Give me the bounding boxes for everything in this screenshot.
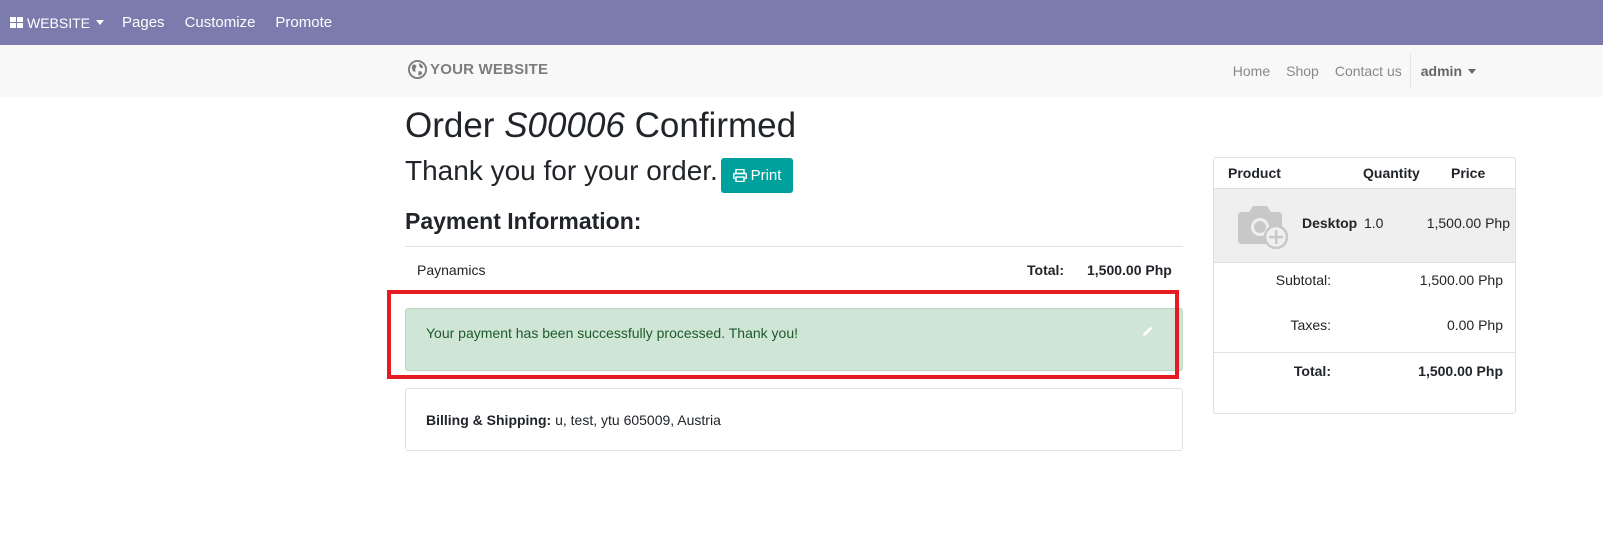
order-number: S00006 <box>504 106 625 145</box>
total-value: 1,500.00 Php <box>1418 363 1503 379</box>
subtotal-value: 1,500.00 Php <box>1419 272 1503 288</box>
caret-down-icon <box>1468 68 1476 74</box>
website-menu[interactable]: WEBSITE <box>0 0 112 45</box>
print-button[interactable]: Print <box>721 158 793 193</box>
payment-total-label: Total: <box>1027 262 1065 278</box>
promote-menu[interactable]: Promote <box>265 0 342 45</box>
main-nav: Home Shop Contact us admin <box>1217 45 1476 97</box>
customize-menu[interactable]: Customize <box>175 0 266 45</box>
billing-shipping-box: Billing & Shipping: u, test, ytu 605009,… <box>405 388 1183 451</box>
logo-text: YOUR WEBSITE <box>430 61 549 78</box>
payment-row: Paynamics Total: 1,500.00 Php <box>405 256 1183 282</box>
user-menu[interactable]: admin <box>1421 63 1476 79</box>
title-suffix: Confirmed <box>634 106 797 145</box>
taxes-label: Taxes: <box>1290 317 1331 333</box>
caret-down-icon <box>96 20 105 25</box>
product-price: 1,500.00 Php <box>1426 215 1510 231</box>
order-summary-card: Product Quantity Price Desktop 1.0 1,500… <box>1213 157 1516 414</box>
product-quantity: 1.0 <box>1364 215 1384 231</box>
payment-method: Paynamics <box>417 262 486 278</box>
add-image-icon[interactable] <box>1236 203 1290 249</box>
globe-icon <box>408 60 427 79</box>
printer-icon <box>732 169 747 182</box>
title-prefix: Order <box>405 106 495 145</box>
user-name: admin <box>1420 63 1462 79</box>
nav-divider <box>1409 54 1411 88</box>
apps-grid-icon <box>10 17 23 28</box>
product-name[interactable]: Desktop <box>1302 215 1357 231</box>
pages-menu[interactable]: Pages <box>112 0 175 45</box>
thank-you-text: Thank you for your order. <box>405 155 718 186</box>
divider <box>405 246 1183 247</box>
page-title: Order S00006 Confirmed <box>405 106 796 146</box>
highlight-annotation <box>387 290 1179 379</box>
col-quantity: Quantity <box>1363 165 1420 181</box>
product-row: Desktop 1.0 1,500.00 Php <box>1214 189 1515 263</box>
admin-bar: WEBSITE Pages Customize Promote <box>0 0 1603 45</box>
payment-heading: Payment Information: <box>405 208 642 234</box>
taxes-value: 0.00 Php <box>1446 317 1503 333</box>
print-label: Print <box>750 167 782 184</box>
nav-shop[interactable]: Shop <box>1286 63 1319 79</box>
nav-home[interactable]: Home <box>1233 63 1270 79</box>
col-product: Product <box>1228 165 1281 181</box>
nav-contact[interactable]: Contact us <box>1335 63 1402 79</box>
billing-address: u, test, ytu 605009, Austria <box>555 412 721 428</box>
summary-header: Product Quantity Price <box>1214 158 1515 189</box>
divider <box>1214 352 1515 353</box>
website-menu-label: WEBSITE <box>27 14 91 31</box>
total-label: Total: <box>1293 363 1331 379</box>
payment-total-value: 1,500.00 Php <box>1087 262 1172 278</box>
subtotal-label: Subtotal: <box>1275 272 1331 288</box>
site-logo[interactable]: YOUR WEBSITE <box>408 60 548 79</box>
col-price: Price <box>1451 165 1486 181</box>
billing-label: Billing & Shipping: <box>426 412 552 428</box>
